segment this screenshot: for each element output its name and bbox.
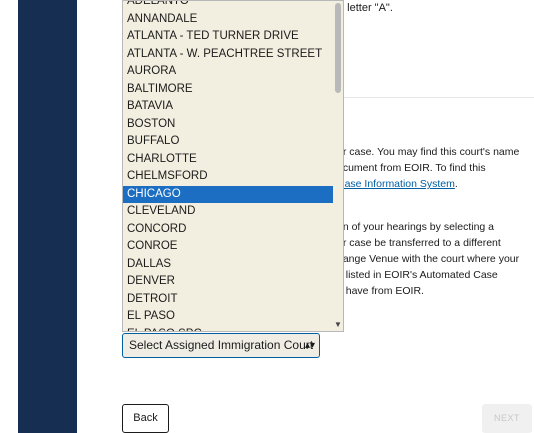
dropdown-option[interactable]: ATLANTA - W. PEACHTREE STREET xyxy=(123,46,333,64)
dropdown-option[interactable]: ATLANTA - TED TURNER DRIVE xyxy=(123,28,333,46)
court-dropdown-list[interactable]: ADELANTO ANNANDALE ATLANTA - TED TURNER DR… xyxy=(122,0,344,332)
instruction-text: e letter "A". xyxy=(338,2,393,14)
dropdown-option[interactable]: DETROIT xyxy=(123,291,333,309)
court-select[interactable]: Select Assigned Immigration Court ▴▾ xyxy=(122,333,320,358)
dropdown-option[interactable]: EL PASO xyxy=(123,308,333,326)
dropdown-option[interactable]: CHARLOTTE xyxy=(123,151,333,169)
dropdown-options: ADELANTO ANNANDALE ATLANTA - TED TURNER DR… xyxy=(123,1,333,332)
paragraph-line: ur case be transferred to a different xyxy=(337,237,501,249)
navy-side-bar xyxy=(18,0,77,433)
scrollbar-thumb[interactable] xyxy=(335,3,341,93)
paragraph-line-with-link: Case Information System. xyxy=(337,176,519,192)
dropdown-option[interactable]: DALLAS xyxy=(123,256,333,274)
dropdown-option[interactable]: CONROE xyxy=(123,238,333,256)
select-caret-icon: ▴▾ xyxy=(304,340,315,351)
case-information-system-link[interactable]: Case Information System xyxy=(337,178,455,190)
next-button[interactable]: NEXT xyxy=(482,404,532,433)
dropdown-option[interactable]: DENVER xyxy=(123,273,333,291)
left-margin xyxy=(0,0,18,433)
paragraph-line: hange Venue with the court where your xyxy=(337,253,520,265)
paragraph-line: on of your hearings by selecting a xyxy=(337,221,495,233)
dropdown-option[interactable]: CONCORD xyxy=(123,221,333,239)
paragraph-suffix: . xyxy=(454,178,458,190)
dropdown-option[interactable]: ADELANTO xyxy=(123,1,333,11)
paragraph-line: ur case. You may find this court's name xyxy=(337,146,520,158)
dropdown-option[interactable]: BOSTON xyxy=(123,116,333,134)
dropdown-option[interactable]: BATAVIA xyxy=(123,98,333,116)
paragraph-line: e listed in EOIR's Automated Case xyxy=(337,269,498,281)
dropdown-option[interactable]: EL PASO SPC xyxy=(123,326,333,332)
dropdown-option[interactable]: BUFFALO xyxy=(123,133,333,151)
paragraph-line: u have from EOIR. xyxy=(337,285,424,297)
dropdown-option[interactable]: BALTIMORE xyxy=(123,81,333,99)
section-divider xyxy=(338,97,534,98)
dropdown-option[interactable]: CLEVELAND xyxy=(123,203,333,221)
scroll-down-arrow-icon[interactable]: ▼ xyxy=(334,320,342,329)
dropdown-option[interactable]: CHICAGO xyxy=(123,185,333,203)
paragraph-line: ocument from EOIR. To find this xyxy=(337,162,486,174)
dropdown-option[interactable]: CHELMSFORD xyxy=(123,168,333,186)
court-instructions-paragraph: ur case. You may find this court's name … xyxy=(337,144,519,192)
dropdown-option[interactable]: ANNANDALE xyxy=(123,11,333,29)
court-select-value: Select Assigned Immigration Court xyxy=(129,338,314,352)
dropdown-option[interactable]: AURORA xyxy=(123,63,333,81)
venue-instructions-paragraph: on of your hearings by selecting a ur ca… xyxy=(337,219,519,299)
back-button[interactable]: Back xyxy=(122,404,169,433)
dropdown-scrollbar[interactable]: ▼ xyxy=(333,1,343,331)
